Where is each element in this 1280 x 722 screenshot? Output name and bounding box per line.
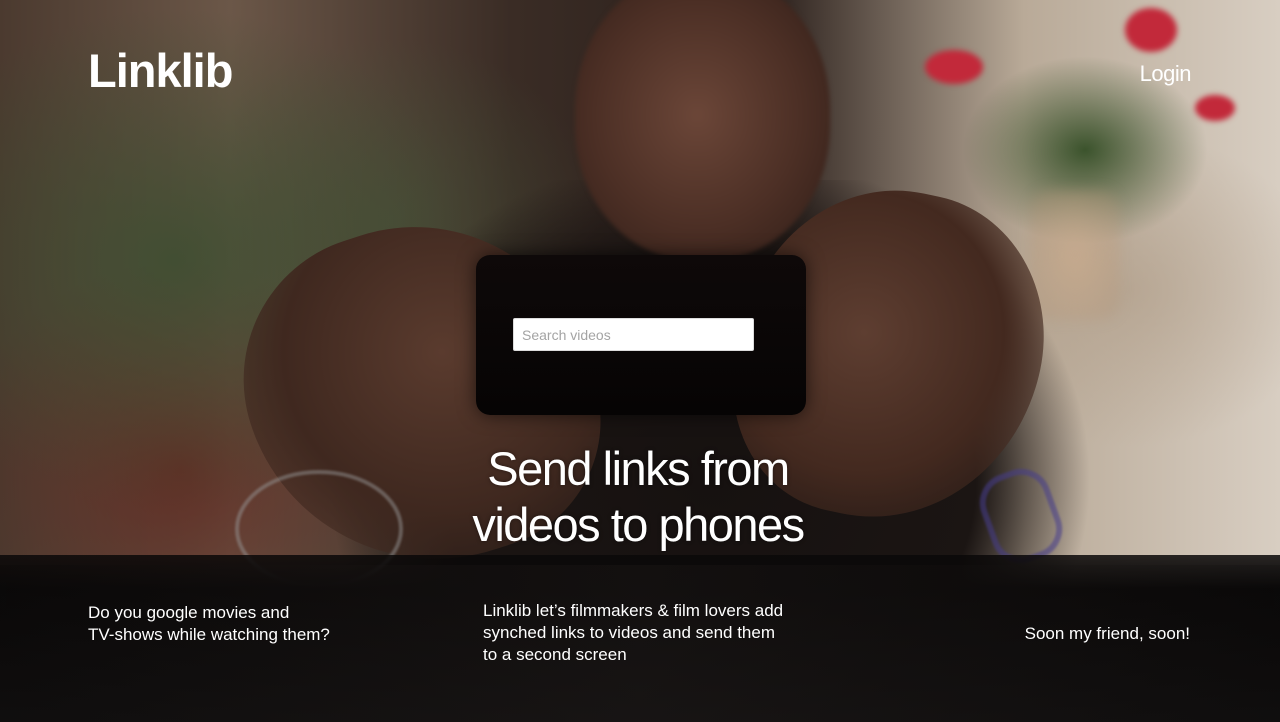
feature-text-left: Do you google movies and TV-shows while … (88, 603, 330, 644)
background-flower (1195, 95, 1235, 121)
feature-text-center: Linklib let’s filmmakers & film lovers a… (483, 601, 784, 664)
site-logo[interactable]: Linklib (88, 47, 233, 94)
search-input[interactable] (513, 318, 754, 351)
background-flower (925, 50, 983, 84)
person-head (575, 0, 830, 260)
login-link[interactable]: Login (1140, 61, 1192, 87)
feature-text-right: Soon my friend, soon! (1024, 624, 1190, 643)
background-flower (1125, 8, 1177, 52)
hero-headline: Send links from videos to phones (472, 442, 805, 551)
